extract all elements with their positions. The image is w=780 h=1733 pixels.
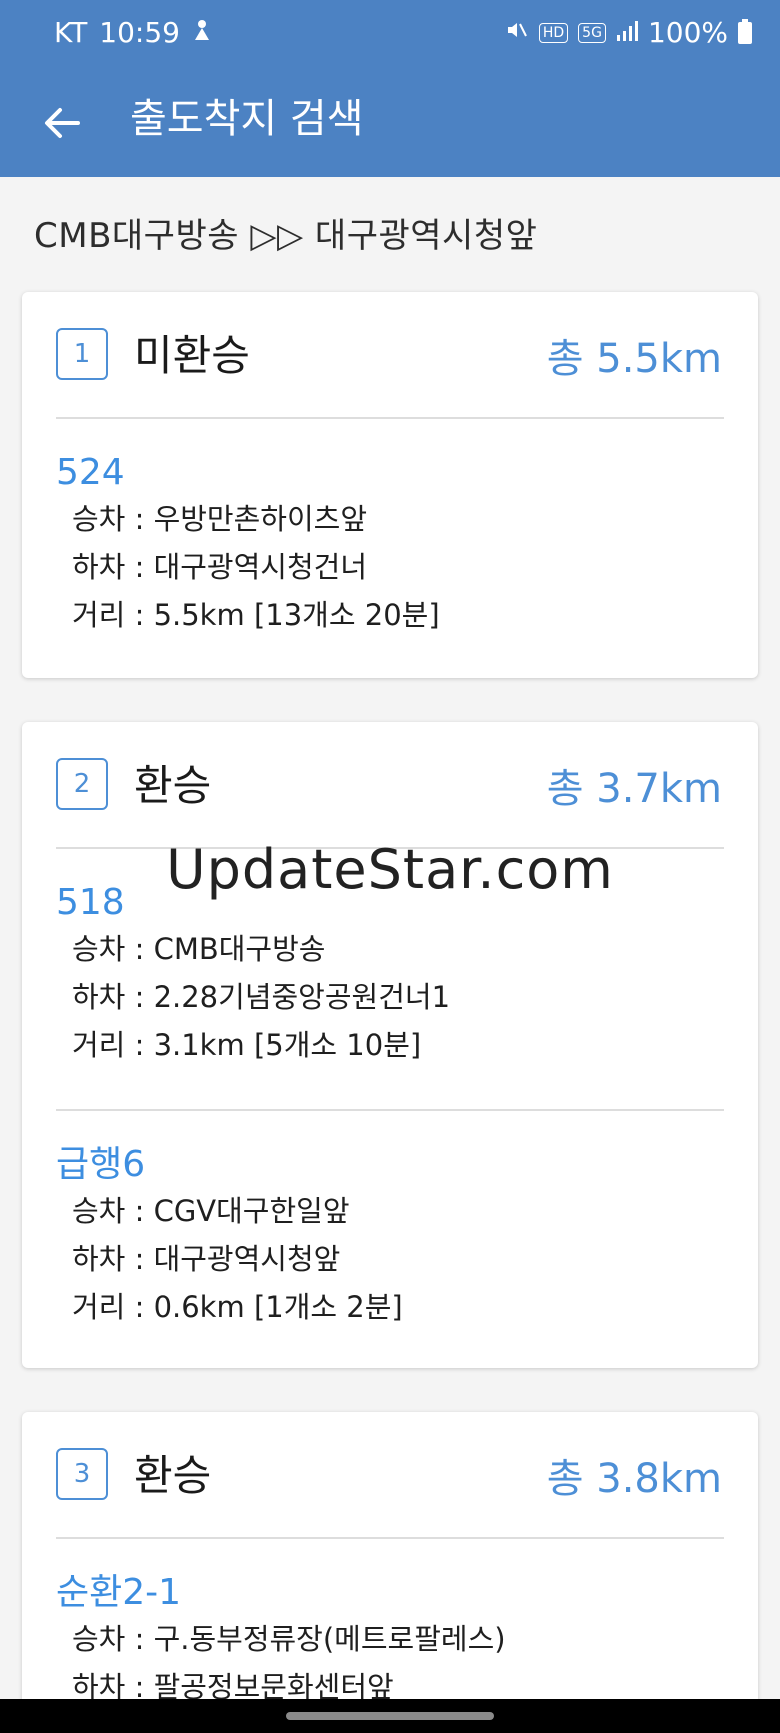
route-type: 환승: [134, 1451, 212, 1500]
carrier-label: KT: [54, 16, 88, 49]
alight-stop: 하차 : 대구광역시청건너: [72, 550, 368, 584]
route-segment: 급행6 승차 : CGV대구한일앞 하차 : 대구광역시청앞 거리 : 0.6k…: [22, 1111, 758, 1331]
watermark: UpdateStar.com: [166, 838, 614, 901]
route-segment: 순환2-1 승차 : 구.동부정류장(메트로팔레스) 하차 : 팔공정보문화센터…: [22, 1539, 758, 1711]
segment-distance: 거리 : 3.1km [5개소 10분]: [72, 1028, 422, 1062]
page-title: 출도착지 검색: [130, 96, 364, 142]
route-segment: 524 승차 : 우방만촌하이츠앞 하차 : 대구광역시청건너 거리 : 5.5…: [22, 419, 758, 639]
bus-number: 순환2-1: [56, 1572, 182, 1613]
route-total-distance: 총 5.5km: [546, 336, 722, 382]
board-stop: 승차 : 구.동부정류장(메트로팔레스): [72, 1622, 506, 1656]
route-index-badge: 3: [56, 1448, 108, 1500]
mute-icon: [505, 16, 529, 49]
battery-icon: [738, 18, 752, 44]
route-type: 미환승: [134, 331, 250, 380]
hd-badge: HD: [538, 22, 569, 43]
board-stop: 승차 : CMB대구방송: [72, 932, 326, 966]
clock: 10:59: [99, 16, 180, 49]
alight-stop: 하차 : 대구광역시청앞: [72, 1242, 341, 1276]
notification-icon: [192, 16, 212, 49]
battery-percent: 100%: [647, 16, 728, 49]
route-card-1[interactable]: 1 미환승 총 5.5km 524 승차 : 우방만촌하이츠앞 하차 : 대구광…: [22, 292, 758, 678]
route-index-badge: 2: [56, 758, 108, 810]
home-gesture-handle[interactable]: [286, 1712, 494, 1720]
status-bar: KT 10:59 HD 5G 100%: [0, 0, 780, 70]
route-index-badge: 1: [56, 328, 108, 380]
segment-distance: 거리 : 5.5km [13개소 20분]: [72, 598, 440, 632]
board-stop: 승차 : 우방만촌하이츠앞: [72, 502, 368, 536]
route-type: 환승: [134, 761, 212, 810]
board-stop: 승차 : CGV대구한일앞: [72, 1194, 350, 1228]
card-header: 1 미환승 총 5.5km: [22, 292, 758, 417]
signal-icon: [616, 16, 638, 49]
card-header: 3 환승 총 3.8km: [22, 1412, 758, 1537]
network-badge: 5G: [578, 22, 606, 43]
route-summary: CMB대구방송 ▷▷ 대구광역시청앞: [34, 216, 538, 256]
route-total-distance: 총 3.8km: [546, 1456, 722, 1502]
back-arrow-icon: [45, 108, 80, 138]
route-card-3[interactable]: 3 환승 총 3.8km 순환2-1 승차 : 구.동부정류장(메트로팔레스) …: [22, 1412, 758, 1732]
app-bar: 출도착지 검색: [0, 70, 780, 177]
segment-distance: 거리 : 0.6km [1개소 2분]: [72, 1290, 403, 1324]
alight-stop: 하차 : 2.28기념중앙공원건너1: [72, 980, 451, 1014]
bus-number: 급행6: [56, 1144, 146, 1185]
back-button[interactable]: [38, 98, 88, 148]
status-left: KT 10:59: [54, 16, 212, 49]
card-header: 2 환승 총 3.7km: [22, 722, 758, 847]
status-right: HD 5G 100%: [505, 16, 752, 49]
route-card-2[interactable]: 2 환승 총 3.7km 518 승차 : CMB대구방송 하차 : 2.28기…: [22, 722, 758, 1368]
route-total-distance: 총 3.7km: [546, 766, 722, 812]
navigation-bar: [0, 1699, 780, 1733]
bus-number: 524: [56, 452, 125, 493]
